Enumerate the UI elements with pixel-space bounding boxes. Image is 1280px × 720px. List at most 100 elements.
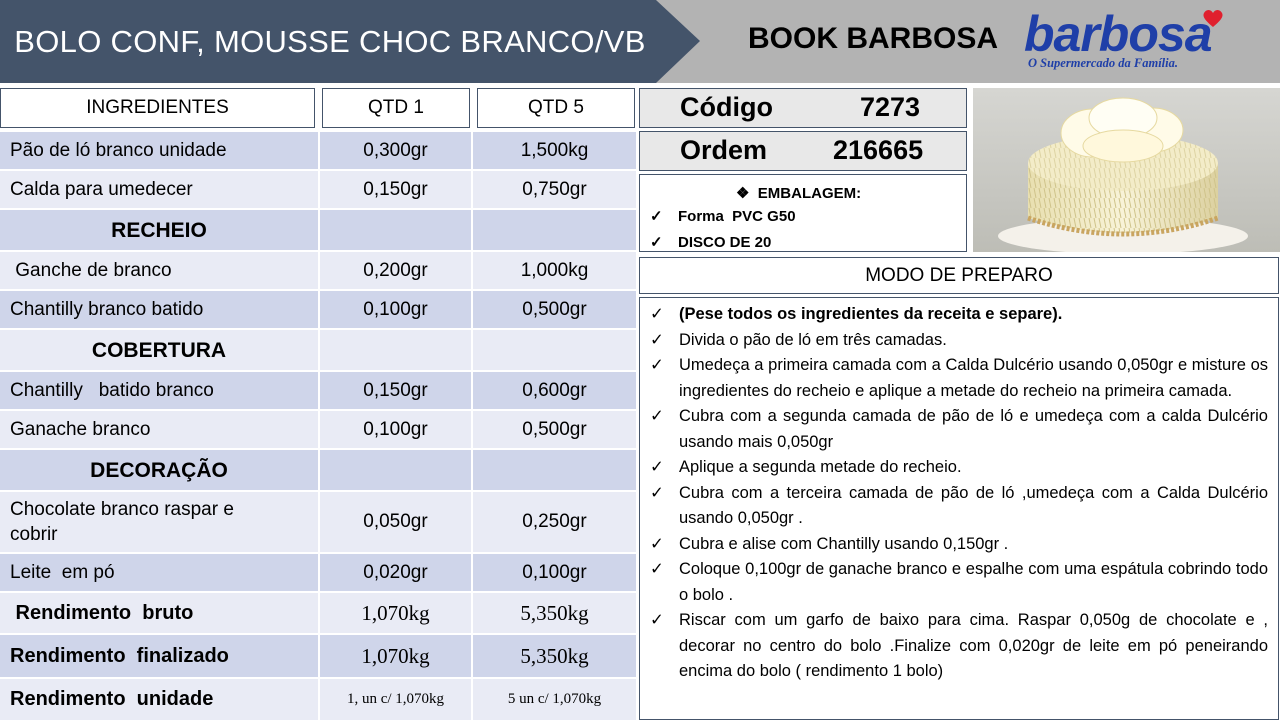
cake-photo — [973, 88, 1280, 252]
barbosa-logo: barbosa O Supermercado da Família. — [1020, 6, 1265, 76]
qtd1-value: 0,020gr — [320, 554, 471, 591]
table-row: Leite em pó 0,020gr 0,100gr — [0, 554, 636, 591]
qtd1-value: 0,150gr — [320, 372, 471, 409]
section-row-cobertura: COBERTURA — [0, 330, 636, 370]
ingredient-name: Ganche de branco — [0, 252, 318, 289]
yield-row-unidade: Rendimento unidade 1, un c/ 1,070kg 5 un… — [0, 679, 636, 720]
step-item: ✓ Cubra com a terceira camada de pão de l… — [650, 481, 1268, 532]
col-header-qtd1: QTD 1 — [322, 88, 470, 128]
step-text: Cubra e alise com Chantilly usando 0,150… — [679, 534, 1009, 553]
qtd5-value: 0,750gr — [473, 171, 636, 208]
qtd5-value — [473, 450, 636, 490]
yield-label: Rendimento bruto — [0, 593, 318, 633]
qtd1-value: 0,300gr — [320, 132, 471, 169]
section-title: COBERTURA — [0, 330, 318, 370]
qtd5-value: 0,250gr — [473, 492, 636, 552]
ordem-box: Ordem 216665 — [639, 131, 967, 171]
logo-word: barbosa — [1024, 6, 1213, 62]
step-item: ✓ Cubra com a segunda camada de pão de ló… — [650, 404, 1268, 455]
check-icon: ✓ — [650, 483, 664, 502]
qtd1-value: 0,100gr — [320, 411, 471, 448]
heart-icon — [1203, 10, 1223, 27]
step-item: ✓ Umedeça a primeira camada com a Calda D… — [650, 353, 1268, 404]
page-title: BOLO CONF, MOUSSE CHOC BRANCO/VB — [14, 23, 646, 59]
qtd5-value: 0,100gr — [473, 554, 636, 591]
embalagem-item-text: Forma PVC G50 — [678, 208, 796, 225]
check-icon: ✓ — [650, 407, 664, 425]
yield-row-finalizado: Rendimento finalizado 1,070kg 5,350kg — [0, 635, 636, 677]
qtd1-value: 1,070kg — [320, 635, 471, 677]
col-header-qtd5: QTD 5 — [477, 88, 635, 128]
embalagem-title: ❖ EMBALAGEM: — [736, 184, 861, 202]
codigo-box: Código 7273 — [639, 88, 967, 128]
codigo-value: 7273 — [860, 92, 921, 122]
modo-preparo-steps: ✓ (Pese todos os ingredientes da receita … — [639, 297, 1279, 720]
embalagem-item: ✓ Forma PVC G50 — [650, 207, 796, 225]
codigo-label: Código — [680, 92, 773, 122]
embalagem-item: ✓ DISCO DE 20 — [650, 233, 771, 251]
check-icon: ✓ — [650, 356, 664, 374]
qtd5-value — [473, 210, 636, 250]
diamond-bullet-icon: ❖ — [736, 185, 750, 202]
step-item: ✓ Divida o pão de ló em três camadas. — [650, 328, 1268, 354]
table-row: Pão de ló branco unidade 0,300gr 1,500kg — [0, 132, 636, 169]
ordem-label: Ordem — [680, 135, 768, 165]
section-row-recheio: RECHEIO — [0, 210, 636, 250]
embalagem-heading: EMBALAGEM: — [757, 185, 862, 202]
qtd5-value: 1,000kg — [473, 252, 636, 289]
col-header-ingredientes: INGREDIENTES — [0, 88, 315, 128]
step-text: Cubra com a segunda camada de pão de ló … — [679, 407, 1268, 451]
step-text: Aplique a segunda metade do recheio. — [679, 458, 962, 476]
check-icon: ✓ — [650, 611, 664, 629]
qtd1-value: 0,150gr — [320, 171, 471, 208]
qtd5-value: 5,350kg — [473, 635, 636, 677]
yield-label: Rendimento unidade — [0, 679, 318, 720]
qtd1-value: 1,070kg — [320, 593, 471, 633]
table-row: Calda para umedecer 0,150gr 0,750gr — [0, 171, 636, 208]
embalagem-box: ❖ EMBALAGEM: ✓ Forma PVC G50 ✓ DISCO DE 20 — [639, 174, 967, 252]
yield-row-bruto: Rendimento bruto 1,070kg 5,350kg — [0, 593, 636, 633]
qtd5-value: 0,500gr — [473, 411, 636, 448]
ingredient-name: Chantilly batido branco — [0, 372, 318, 409]
book-title: BOOK BARBOSA — [748, 22, 999, 55]
qtd5-value: 1,500kg — [473, 132, 636, 169]
qtd1-value: 0,100gr — [320, 291, 471, 328]
ingredient-name: Ganache branco — [0, 411, 318, 448]
section-title: DECORAÇÃO — [0, 450, 318, 490]
step-item: ✓ Cubra e alise com Chantilly usando 0,15… — [650, 532, 1268, 558]
check-icon: ✓ — [650, 534, 664, 553]
step-text: Coloque 0,100gr de ganache branco e espa… — [679, 560, 1268, 604]
qtd5-value: 0,500gr — [473, 291, 636, 328]
check-icon: ✓ — [650, 560, 664, 578]
cake-image — [973, 88, 1280, 252]
step-item: ✓ Riscar com um garfo de baixo para cima.… — [650, 608, 1268, 685]
step-text: Divida o pão de ló em três camadas. — [679, 330, 947, 349]
qtd5-value: 5,350kg — [473, 593, 636, 633]
qtd1-value — [320, 210, 471, 250]
ingredient-name: Calda para umedecer — [0, 171, 318, 208]
section-title: RECHEIO — [0, 210, 318, 250]
table-row: Chantilly batido branco 0,150gr 0,600gr — [0, 372, 636, 409]
logo-tagline: O Supermercado da Família. — [1028, 56, 1179, 70]
check-icon: ✓ — [650, 330, 664, 349]
qtd1-value: 1, un c/ 1,070kg — [320, 679, 471, 720]
qtd5-value: 5 un c/ 1,070kg — [473, 679, 636, 720]
step-item: ✓ Coloque 0,100gr de ganache branco e esp… — [650, 557, 1268, 608]
table-row: Chocolate branco raspar e cobrir 0,050gr… — [0, 492, 636, 552]
table-row: Ganche de branco 0,200gr 1,000kg — [0, 252, 636, 289]
ingredient-name: Chantilly branco batido — [0, 291, 318, 328]
embalagem-item-text: DISCO DE 20 — [678, 234, 772, 251]
qtd1-value — [320, 450, 471, 490]
qtd5-value: 0,600gr — [473, 372, 636, 409]
qtd1-value — [320, 330, 471, 370]
table-row: Ganache branco 0,100gr 0,500gr — [0, 411, 636, 448]
qtd1-value: 0,200gr — [320, 252, 471, 289]
check-icon: ✓ — [650, 208, 663, 225]
check-icon: ✓ — [650, 305, 664, 323]
check-icon: ✓ — [650, 234, 663, 251]
step-text: (Pese todos os ingredientes da receita e… — [679, 305, 1063, 323]
yield-label: Rendimento finalizado — [0, 635, 318, 677]
step-item: ✓ Aplique a segunda metade do recheio. — [650, 455, 1268, 481]
section-row-decoracao: DECORAÇÃO — [0, 450, 636, 490]
check-icon: ✓ — [650, 458, 664, 476]
